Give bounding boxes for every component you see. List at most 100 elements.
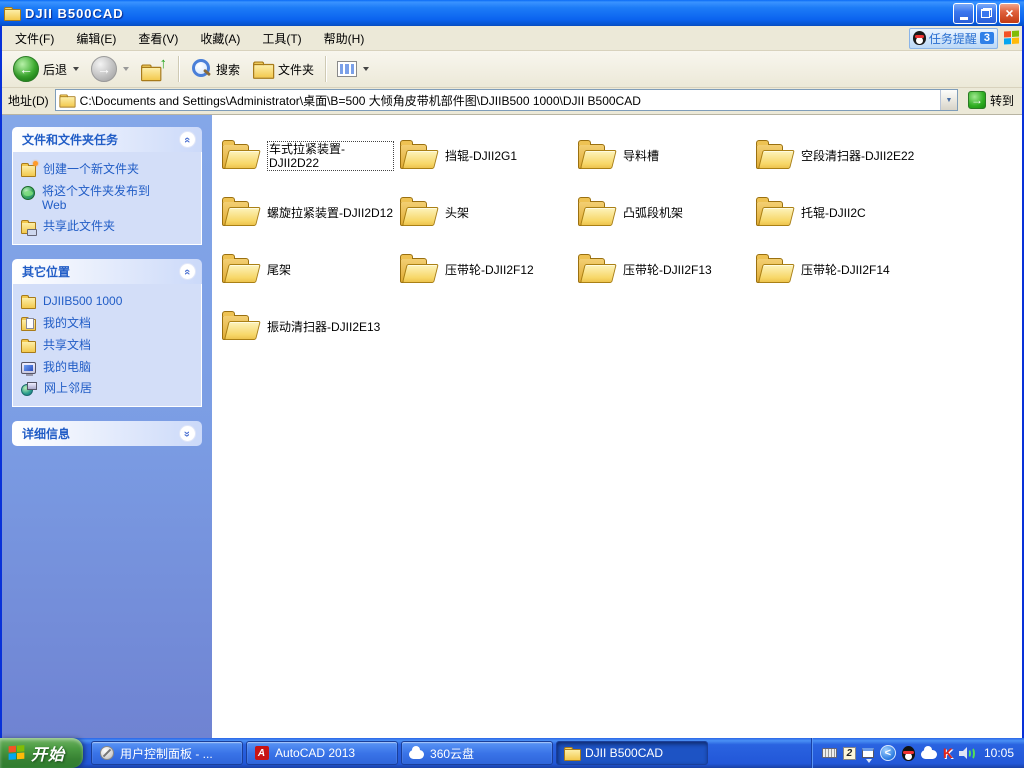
clock[interactable]: 10:05 xyxy=(984,746,1014,760)
address-dropdown-button[interactable]: ▼ xyxy=(940,90,957,110)
folder-item[interactable]: 空段清扫器-DJII2E22 xyxy=(754,127,928,184)
panel-title: 详细信息 xyxy=(22,425,70,442)
folder-item[interactable]: 尾架 xyxy=(220,241,394,298)
qq-tray-icon[interactable] xyxy=(902,746,915,761)
panel-file-tasks: 文件和文件夹任务 « 创建一个新文件夹 将这个文件夹发布到 Web xyxy=(12,127,202,245)
restore-button[interactable] xyxy=(976,3,997,24)
search-icon xyxy=(190,58,212,80)
folder-item[interactable]: 螺旋拉紧装置-DJII2D12 xyxy=(220,184,394,241)
folder-item[interactable]: 压带轮-DJII2F14 xyxy=(754,241,928,298)
place-network[interactable]: 网上邻居 xyxy=(21,381,193,396)
folder-icon xyxy=(398,139,438,172)
panel-title: 文件和文件夹任务 xyxy=(22,131,118,148)
place-parent-folder[interactable]: DJIIB500 1000 xyxy=(21,294,193,309)
address-input[interactable]: C:\Documents and Settings\Administrator\… xyxy=(55,89,958,111)
taskbar-item-explorer[interactable]: DJII B500CAD xyxy=(556,741,708,765)
menu-view[interactable]: 查看(V) xyxy=(127,27,189,50)
task-share-folder[interactable]: 共享此文件夹 xyxy=(21,219,193,234)
close-icon: × xyxy=(1005,6,1013,20)
menu-file[interactable]: 文件(F) xyxy=(4,27,65,50)
go-icon: → xyxy=(968,91,986,109)
collapse-button[interactable]: « xyxy=(179,263,196,280)
place-shared-documents[interactable]: 共享文档 xyxy=(21,338,193,353)
cloud-tray-icon[interactable] xyxy=(921,750,937,759)
hide-icons-chevron[interactable]: < xyxy=(880,745,896,761)
views-button[interactable] xyxy=(332,53,374,85)
desktop-arrange-icon[interactable] xyxy=(862,748,874,758)
menu-bar: 文件(F) 编辑(E) 查看(V) 收藏(A) 工具(T) 帮助(H) 任务提醒… xyxy=(2,26,1022,51)
folder-icon xyxy=(220,253,260,286)
back-dropdown-icon[interactable] xyxy=(73,67,79,71)
folder-icon xyxy=(576,139,616,172)
back-button[interactable]: ← 后退 xyxy=(8,53,84,85)
toolbar-separator xyxy=(178,56,179,82)
menu-edit[interactable]: 编辑(E) xyxy=(65,27,127,50)
folder-item[interactable]: 挡辊-DJII2G1 xyxy=(398,127,572,184)
volume-icon[interactable] xyxy=(959,747,975,760)
folder-icon xyxy=(754,196,794,229)
folder-item[interactable]: 导料槽 xyxy=(576,127,750,184)
taskbar-item-autocad[interactable]: A AutoCAD 2013 xyxy=(246,741,398,765)
folder-item[interactable]: 压带轮-DJII2F12 xyxy=(398,241,572,298)
toolbar-separator xyxy=(325,56,326,82)
task-new-folder[interactable]: 创建一个新文件夹 xyxy=(21,162,193,177)
place-my-computer[interactable]: 我的电脑 xyxy=(21,360,193,374)
kaspersky-icon[interactable]: K xyxy=(943,745,953,761)
folder-item[interactable]: 压带轮-DJII2F13 xyxy=(576,241,750,298)
folder-item[interactable]: 托辊-DJII2C xyxy=(754,184,928,241)
chevron-up-icon: « xyxy=(182,268,194,274)
close-button[interactable]: × xyxy=(999,3,1020,24)
minimize-button[interactable] xyxy=(953,3,974,24)
folder-icon xyxy=(220,139,260,172)
views-dropdown-icon[interactable] xyxy=(363,67,369,71)
taskbar: 开始 用户控制面板 - ... A AutoCAD 2013 360云盘 DJI… xyxy=(0,738,1024,768)
taskbar-item-360cloud[interactable]: 360云盘 xyxy=(401,741,553,765)
collapse-button[interactable]: « xyxy=(179,131,196,148)
publish-web-icon xyxy=(21,186,35,200)
task-reminder-button[interactable]: 任务提醒 3 xyxy=(909,28,998,49)
start-label: 开始 xyxy=(31,741,65,765)
address-path[interactable]: C:\Documents and Settings\Administrator\… xyxy=(80,92,641,109)
task-pane: 文件和文件夹任务 « 创建一个新文件夹 将这个文件夹发布到 Web xyxy=(2,115,212,738)
panel-file-tasks-header[interactable]: 文件和文件夹任务 « xyxy=(12,127,202,152)
task-publish-web[interactable]: 将这个文件夹发布到 Web xyxy=(21,184,193,212)
panel-title: 其它位置 xyxy=(22,263,70,280)
place-my-documents[interactable]: 我的文档 xyxy=(21,316,193,331)
panel-details-header[interactable]: 详细信息 « xyxy=(12,421,202,446)
expand-button[interactable]: « xyxy=(179,425,196,442)
folder-icon xyxy=(220,196,260,229)
start-button[interactable]: 开始 xyxy=(0,738,83,768)
panel-details: 详细信息 « xyxy=(12,421,202,446)
folder-item[interactable]: 凸弧段机架 xyxy=(576,184,750,241)
views-icon xyxy=(337,61,357,77)
search-label: 搜索 xyxy=(216,61,240,78)
menu-help[interactable]: 帮助(H) xyxy=(313,27,376,50)
folder-item[interactable]: 车式拉紧装置-DJII2D22 xyxy=(220,127,394,184)
menu-tools[interactable]: 工具(T) xyxy=(251,27,312,50)
panel-other-places-header[interactable]: 其它位置 « xyxy=(12,259,202,284)
forward-button[interactable]: → xyxy=(86,53,134,85)
forward-dropdown-icon[interactable] xyxy=(123,67,129,71)
taskbar-item-control-panel[interactable]: 用户控制面板 - ... xyxy=(91,741,243,765)
new-folder-icon xyxy=(21,165,36,177)
window-title: DJII B500CAD xyxy=(25,6,951,21)
desktop: DJII B500CAD × 文件(F) 编辑(E) 查看(V) 收藏(A) 工… xyxy=(0,0,1024,768)
folders-button[interactable]: 文件夹 xyxy=(247,53,319,85)
up-button[interactable]: ↑ xyxy=(136,53,172,85)
menu-favorites[interactable]: 收藏(A) xyxy=(189,27,251,50)
search-button[interactable]: 搜索 xyxy=(185,53,245,85)
file-list-view[interactable]: 车式拉紧装置-DJII2D22 挡辊-DJII2G1 导料槽 空段清扫器-DJI… xyxy=(212,115,1022,738)
folder-icon xyxy=(576,253,616,286)
cloud-icon xyxy=(409,746,424,761)
task-reminder-label: 任务提醒 xyxy=(929,30,977,47)
input-method-icon[interactable]: 2 xyxy=(843,747,856,760)
folder-item[interactable]: 头架 xyxy=(398,184,572,241)
address-label: 地址(D) xyxy=(8,92,49,109)
keyboard-icon[interactable] xyxy=(822,748,837,758)
chevron-up-icon: « xyxy=(182,136,194,142)
task-reminder-badge: 3 xyxy=(980,32,994,44)
folder-icon xyxy=(754,253,794,286)
go-button[interactable]: → 转到 xyxy=(964,91,1018,109)
folder-item[interactable]: 振动清扫器-DJII2E13 xyxy=(220,298,394,355)
windows-flag-icon xyxy=(9,745,26,761)
